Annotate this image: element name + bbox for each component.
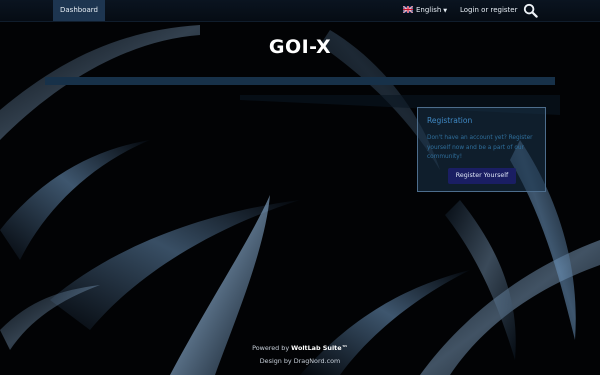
registration-title: Registration: [427, 116, 473, 125]
footer-design-prefix: Design by: [259, 357, 292, 365]
logo-text: GOI-X: [269, 36, 331, 58]
footer-powered-prefix: Powered by: [252, 344, 290, 352]
language-label: English: [416, 6, 442, 14]
nav-dashboard-label: Dashboard: [60, 6, 98, 14]
site-logo[interactable]: GOI-X: [250, 33, 350, 59]
footer-design-link[interactable]: DragNord.com: [294, 357, 340, 365]
nav-dashboard[interactable]: Dashboard: [53, 0, 105, 21]
top-navigation-bar: Dashboard English ▼ Login or register: [0, 0, 600, 22]
search-icon[interactable]: [523, 3, 538, 18]
chevron-down-icon: ▼: [443, 8, 448, 14]
header-strip: [45, 77, 555, 85]
footer-design-by: Design by DragNord.com: [0, 357, 600, 365]
registration-box: Registration Don't have an account yet? …: [417, 107, 546, 192]
login-register-label: Login or register: [460, 6, 518, 14]
login-register-link[interactable]: Login or register: [460, 0, 518, 21]
register-button[interactable]: Register Yourself: [448, 168, 516, 184]
language-selector[interactable]: English ▼: [403, 0, 447, 21]
footer-powered-by: Powered by WoltLab Suite™: [0, 344, 600, 352]
page: Dashboard English ▼ Login or register GOI…: [0, 0, 600, 375]
uk-flag-icon: [403, 6, 413, 13]
registration-text: Don't have an account yet? Register your…: [427, 135, 533, 160]
footer-powered-brand-link[interactable]: WoltLab Suite™: [291, 344, 348, 352]
